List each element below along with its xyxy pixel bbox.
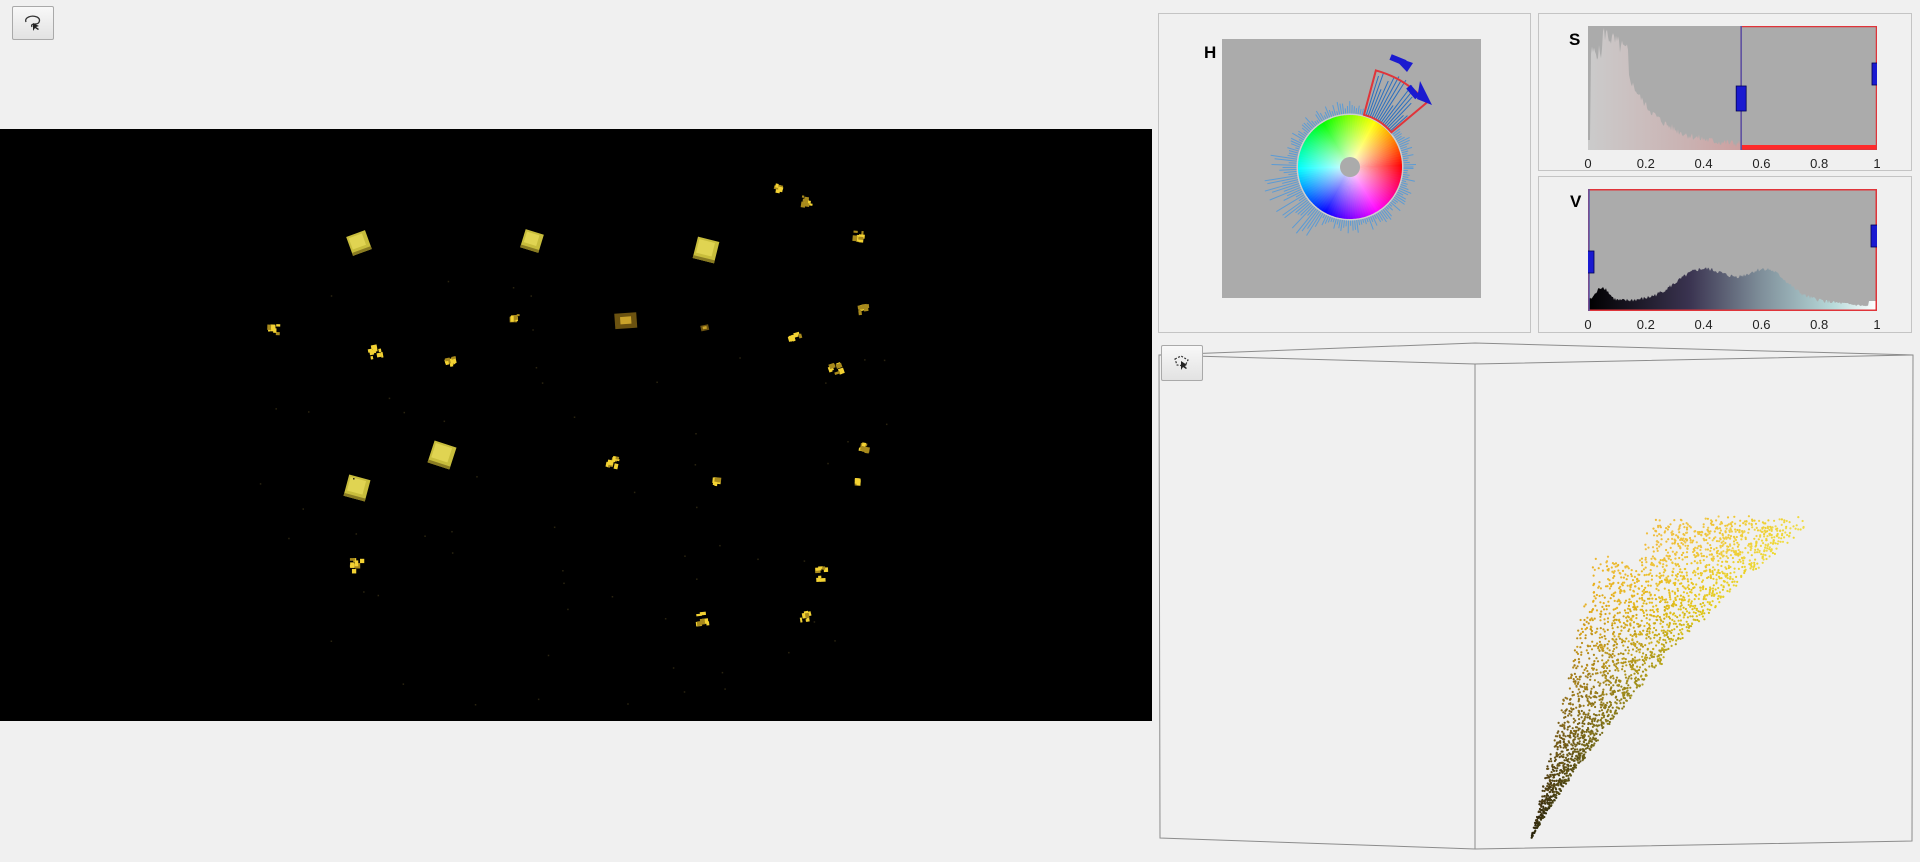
segmented-object: [854, 477, 861, 486]
segmented-object: [267, 324, 281, 336]
segmented-object: [343, 474, 371, 502]
segmented-object: [799, 610, 812, 623]
saturation-axis-ticks: 0 0.2 0.4 0.6 0.8 1: [1539, 156, 1911, 171]
segmented-object: [787, 331, 803, 342]
point-cloud-tool-button[interactable]: [1161, 345, 1203, 381]
segmented-object: [605, 455, 620, 470]
segmented-object: [814, 566, 829, 582]
axis-tick-label: 0: [1584, 156, 1592, 171]
lasso-select-icon: [22, 14, 44, 32]
cube-top-edge: [1158, 354, 1914, 365]
segmented-object: [695, 611, 710, 627]
segmented-object: [827, 362, 845, 376]
axis-tick-label: 1: [1873, 156, 1881, 171]
value-axis-ticks: 0 0.2 0.4 0.6 0.8 1: [1539, 317, 1911, 332]
axis-tick-label: 0.6: [1752, 317, 1771, 332]
segmented-object: [773, 183, 784, 194]
axis-tick-label: 0.6: [1752, 156, 1771, 171]
axis-tick-label: 0.2: [1636, 317, 1655, 332]
segmented-object: [520, 229, 544, 253]
segmented-object: [346, 230, 372, 256]
segmented-object: [614, 312, 638, 330]
axis-tick-label: 1: [1873, 317, 1881, 332]
segmented-object: [700, 324, 710, 332]
segmented-object: [509, 314, 520, 323]
segmented-object: [444, 355, 457, 367]
axis-tick-label: 0.4: [1694, 317, 1713, 332]
segmented-object: [349, 558, 365, 574]
axis-tick-label: 0.8: [1810, 317, 1829, 332]
segmented-object: [692, 236, 720, 264]
lasso-tool-button[interactable]: [12, 6, 54, 40]
hue-label: H: [1204, 43, 1217, 62]
segmented-object: [712, 477, 722, 487]
axis-tick-label: 0: [1584, 317, 1592, 332]
saturation-histogram[interactable]: [1588, 26, 1877, 150]
segmented-object: [367, 344, 384, 360]
color-point-cloud: [1530, 515, 1805, 839]
cube-outline: [1158, 342, 1914, 850]
polygon-select-icon: [1172, 354, 1192, 372]
value-histogram[interactable]: [1588, 189, 1877, 311]
segmented-image-view[interactable]: [0, 129, 1152, 721]
masked-image-canvas: [259, 183, 888, 706]
segmented-object: [800, 195, 813, 208]
saturation-min-handle[interactable]: [1735, 85, 1747, 112]
segmented-object: [858, 442, 870, 454]
value-min-handle[interactable]: [1588, 250, 1595, 274]
masked-objects: [259, 183, 888, 706]
axis-tick-label: 0.2: [1636, 156, 1655, 171]
hue-wheel-center: [1340, 157, 1360, 177]
value-max-handle[interactable]: [1870, 224, 1877, 248]
hue-handle-arrow-2[interactable]: [1406, 81, 1432, 105]
saturation-label: S: [1569, 30, 1581, 49]
value-label: V: [1570, 192, 1582, 211]
segmented-object: [427, 440, 457, 470]
segmented-object: [852, 230, 865, 243]
axis-tick-label: 0.8: [1810, 156, 1829, 171]
hue-wheel-plot[interactable]: [1222, 39, 1481, 298]
segmented-object: [857, 303, 870, 316]
saturation-max-handle[interactable]: [1871, 62, 1877, 86]
axis-tick-label: 0.4: [1694, 156, 1713, 171]
hue-handle-arrow-1[interactable]: [1389, 54, 1413, 72]
value-panel: V 0 0.2 0.4 0.6 0.8 1: [1538, 176, 1912, 333]
saturation-panel: S 0 0.2 0.4 0.6 0.8 1: [1538, 13, 1912, 171]
hue-panel: H: [1158, 13, 1531, 333]
color-space-3d-view[interactable]: [1158, 341, 1920, 862]
